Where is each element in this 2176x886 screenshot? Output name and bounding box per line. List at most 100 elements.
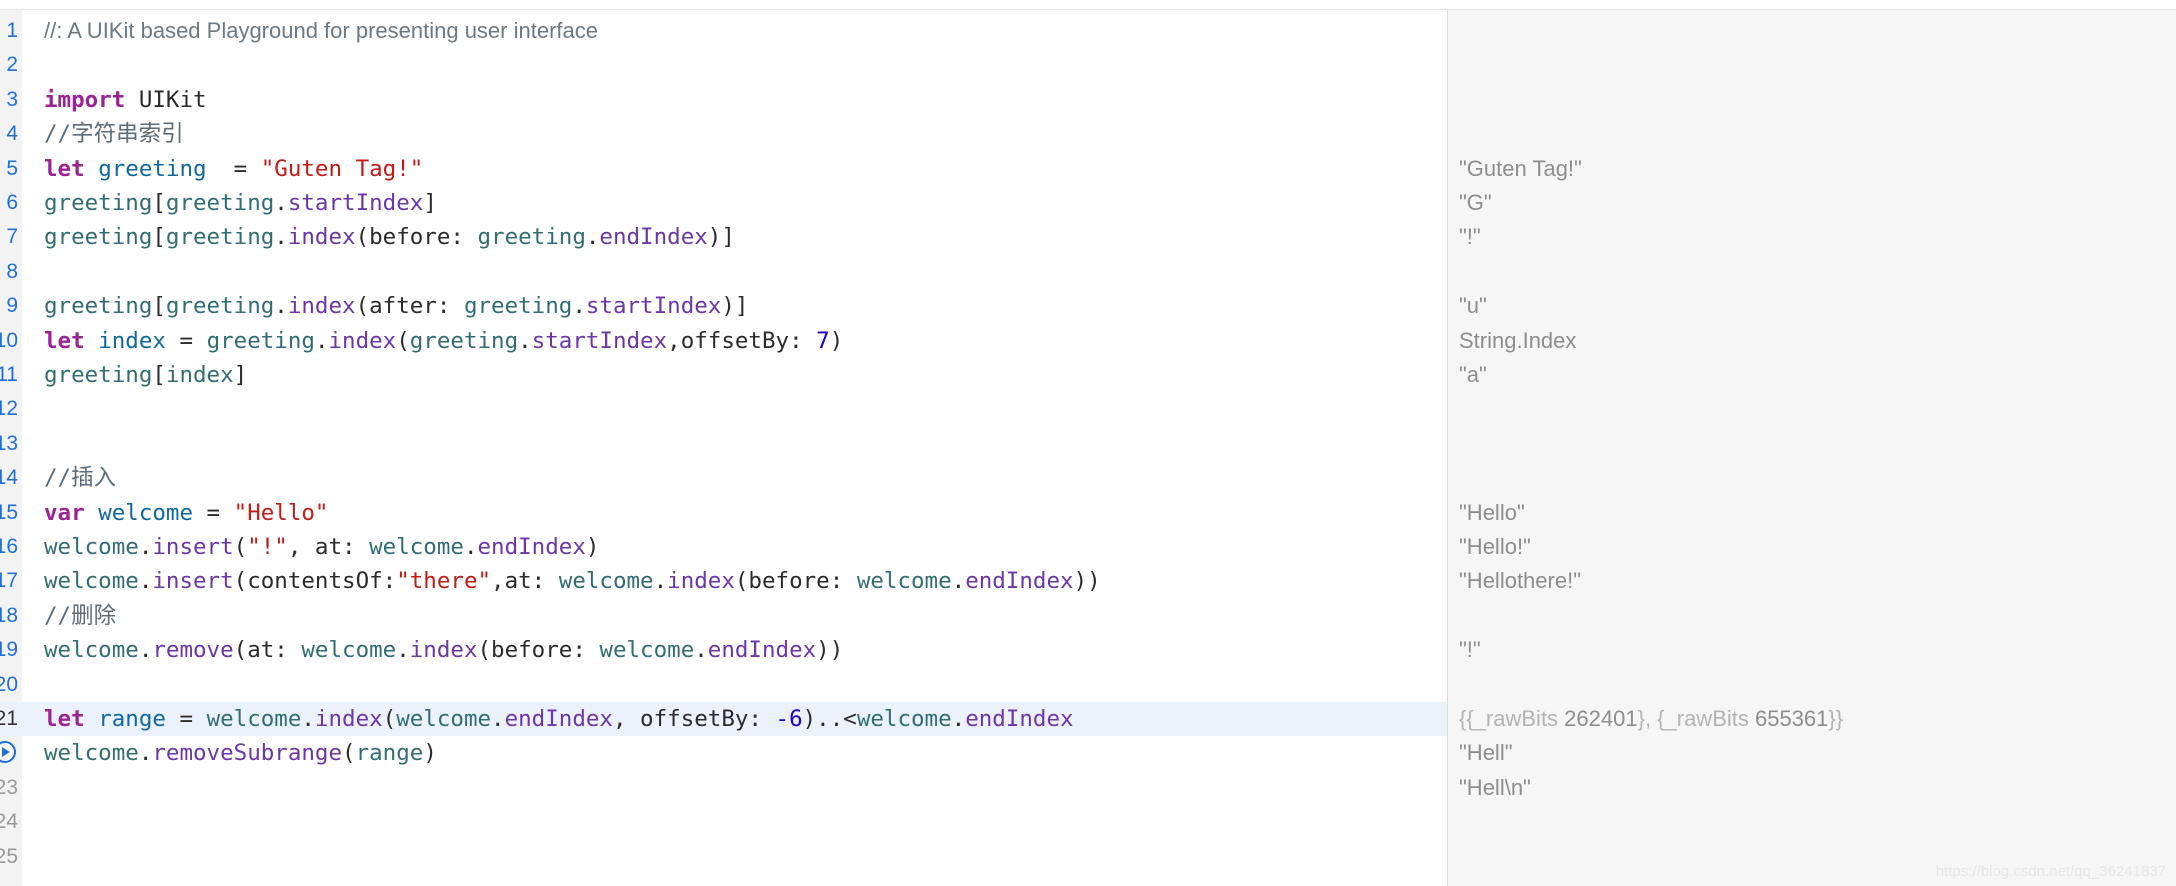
code-token: ] [233, 362, 248, 388]
code-line[interactable]: welcome.removeSubrange(range) [0, 736, 1447, 770]
code-text: welcome.insert("!", at: welcome.endIndex… [44, 534, 599, 560]
code-token: . [463, 534, 478, 560]
code-text: welcome.remove(at: welcome.index(before:… [44, 637, 843, 663]
result-value[interactable]: "Hell\n" [1459, 775, 1531, 801]
result-value[interactable]: "Hello!" [1459, 534, 1531, 560]
code-line[interactable]: 5 let greeting = "Guten Tag!" [0, 152, 1447, 186]
code-line[interactable]: 4 //字符串索引 [0, 117, 1447, 151]
code-line[interactable]: 14 //插入 [0, 461, 1447, 495]
code-text: greeting[index] [44, 362, 247, 388]
result-value[interactable]: String.Index [1459, 328, 1576, 354]
code-line[interactable]: 20 [0, 668, 1447, 702]
code-token: [ [152, 362, 166, 388]
code-line[interactable]: 21 let range = welcome.index(welcome.endI… [0, 702, 1447, 736]
run-until-here-icon[interactable] [0, 741, 16, 764]
result-value[interactable]: "Hell" [1459, 740, 1513, 766]
code-token: (after: [355, 293, 464, 320]
result-value[interactable]: "Hello" [1459, 500, 1525, 526]
code-token: welcome [301, 637, 397, 664]
code-line[interactable]: 1 //: A UIKit based Playground for presen… [0, 14, 1447, 48]
result-value[interactable]: "!" [1459, 637, 1481, 663]
code-line[interactable]: 25 [0, 840, 1447, 874]
code-token: )] [721, 293, 749, 320]
code-token: . [491, 706, 505, 732]
code-token: removeSubrange [152, 740, 343, 767]
code-token: )) [1073, 568, 1101, 595]
code-token: = [165, 706, 207, 732]
code-token: endIndex [965, 568, 1074, 595]
code-token: greeting [409, 327, 519, 354]
line-number: 13 [0, 431, 18, 455]
result-value[interactable]: "G" [1459, 190, 1492, 216]
code-token: ) [423, 740, 437, 767]
code-token: . [396, 637, 410, 664]
code-token: = [165, 327, 207, 354]
code-token: let [44, 327, 85, 354]
code-line[interactable]: 18 //删除 [0, 599, 1447, 633]
code-token: [ [152, 190, 166, 216]
code-line[interactable]: 19 welcome.remove(at: welcome.index(befor… [0, 633, 1447, 667]
code-token: index [287, 293, 356, 320]
code-token: endIndex [477, 534, 586, 560]
code-token: endIndex [599, 224, 708, 251]
line-number: 19 [0, 638, 18, 662]
code-token: welcome [558, 568, 654, 595]
code-token: 7 [816, 327, 830, 354]
code-editor[interactable]: 1 //: A UIKit based Playground for presen… [0, 10, 1447, 886]
code-line[interactable]: 3 import UIKit [0, 83, 1447, 117]
line-number: 3 [6, 87, 18, 111]
result-token: "Hell\n" [1459, 774, 1531, 800]
result-value[interactable]: "!" [1459, 224, 1481, 250]
code-line[interactable]: 16 welcome.insert("!", at: welcome.endInd… [0, 530, 1447, 564]
result-value[interactable]: "a" [1459, 362, 1487, 388]
line-number: 4 [6, 122, 18, 146]
code-text: import UIKit [44, 87, 207, 113]
code-line[interactable]: 23 [0, 771, 1447, 805]
code-token: . [301, 706, 315, 732]
code-text: welcome.insert(contentsOf:"there",at: we… [44, 568, 1101, 594]
code-line[interactable]: 9 greeting[greeting.index(after: greeting… [0, 289, 1447, 323]
code-token: , at: [287, 534, 370, 560]
code-token: welcome [369, 534, 464, 560]
code-line[interactable]: 2 [0, 48, 1447, 82]
line-number: 21 [0, 707, 18, 730]
code-line[interactable]: 8 [0, 255, 1447, 289]
code-line[interactable]: 6 greeting[greeting.startIndex] [0, 186, 1447, 220]
code-token: "Hello" [233, 499, 329, 526]
line-number: 9 [6, 294, 18, 318]
code-token: let [44, 706, 85, 732]
code-line[interactable]: 12 [0, 392, 1447, 426]
code-token: ) [829, 327, 844, 354]
code-token: "Guten Tag!" [260, 155, 424, 182]
code-token: index [328, 327, 397, 354]
code-line[interactable]: 15 var welcome = "Hello" [0, 496, 1447, 530]
result-token: "Hello" [1459, 499, 1525, 525]
code-line[interactable]: 7 greeting[greeting.index(before: greetin… [0, 220, 1447, 254]
code-token: index [98, 327, 166, 354]
code-token: welcome [856, 706, 952, 732]
code-token: greeting [44, 362, 153, 388]
code-line[interactable]: 13 [0, 427, 1447, 461]
code-token: range [355, 740, 424, 767]
code-token: index [314, 706, 383, 732]
watermark: https://blog.csdn.net/qq_36241837 [1935, 863, 2166, 880]
code-line[interactable]: 24 [0, 805, 1447, 839]
code-token: . [138, 534, 153, 560]
result-value[interactable]: {{_rawBits 262401}, {_rawBits 655361}} [1459, 706, 1843, 732]
code-token: -6 [775, 706, 803, 732]
code-token: (before: [734, 568, 857, 595]
result-value[interactable]: "Hellothere!" [1459, 568, 1581, 594]
code-token: //: A UIKit based Playground for present… [44, 18, 598, 43]
result-token: "Hello!" [1459, 534, 1531, 559]
code-line[interactable]: 10 let index = greeting.index(greeting.st… [0, 324, 1447, 358]
results-sidebar: "Guten Tag!" "G" "!" "u" String.Index "a" "Hel… [1447, 10, 2176, 886]
code-token: greeting [44, 190, 153, 216]
result-value[interactable]: "u" [1459, 293, 1487, 319]
code-line[interactable]: 11 greeting[index] [0, 358, 1447, 392]
result-value[interactable]: "Guten Tag!" [1459, 156, 1582, 182]
code-line[interactable]: 17 welcome.insert(contentsOf:"there",at: … [0, 564, 1447, 598]
code-token: "!" [247, 534, 288, 560]
code-text: //删除 [44, 603, 116, 629]
